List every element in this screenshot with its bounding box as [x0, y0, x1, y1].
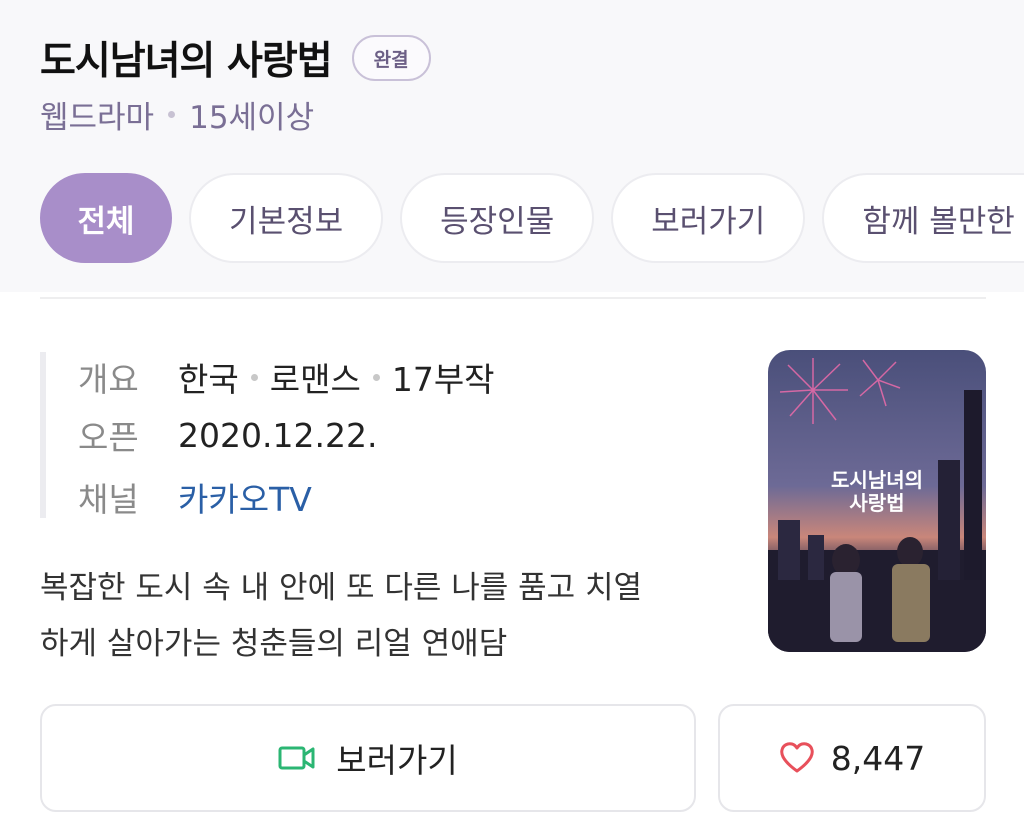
- overview-value: 한국 로맨스 17부작: [178, 353, 495, 401]
- synopsis-line-2: 하게 살아가는 청춘들의 리얼 연애담: [40, 626, 508, 662]
- channel-label: 채널: [78, 480, 139, 519]
- tab-watch[interactable]: 보러가기: [611, 173, 806, 263]
- genre-value: 로맨스: [269, 360, 361, 399]
- info-block: 개요 한국 로맨스 17부작 오픈 2020.12.22. 채널 카카오TV: [40, 352, 740, 519]
- tab-all[interactable]: 전체: [40, 173, 172, 263]
- title-row: 도시남녀의 사랑법 완결: [40, 28, 431, 88]
- watch-button[interactable]: 보러가기: [40, 704, 696, 812]
- synopsis: 복잡한 도시 속 내 안에 또 다른 나를 품고 치열 하게 살아가는 청춘들의…: [40, 560, 750, 672]
- tab-bar: 전체 기본정보 등장인물 보러가기 함께 볼만한 웹: [40, 173, 1024, 265]
- genre-text: 웹드라마: [40, 99, 155, 136]
- open-row: 오픈 2020.12.22.: [78, 410, 377, 460]
- heart-icon: [779, 742, 815, 774]
- age-rating: 15세이상: [189, 99, 315, 136]
- tab-characters[interactable]: 등장인물: [400, 173, 595, 263]
- channel-link[interactable]: 카카오TV: [178, 473, 312, 521]
- open-label: 오픈: [78, 418, 139, 457]
- info-accent-bar: [40, 352, 46, 518]
- episodes-text: 17부작: [391, 360, 495, 399]
- channel-row: 채널 카카오TV: [78, 472, 312, 522]
- poster-title-1: 도시남녀의: [831, 468, 923, 492]
- status-badge: 완결: [351, 35, 431, 81]
- poster-title-2: 사랑법: [849, 491, 904, 515]
- page-title: 도시남녀의 사랑법: [40, 39, 333, 84]
- overview-row: 개요 한국 로맨스 17부작: [78, 352, 495, 402]
- tab-recommended[interactable]: 함께 볼만한 웹: [822, 173, 1024, 263]
- like-count: 8,447: [830, 738, 926, 778]
- poster-image[interactable]: 도시남녀의 사랑법: [768, 350, 986, 652]
- divider: [40, 297, 986, 299]
- like-button[interactable]: 8,447: [718, 704, 986, 812]
- overview-label: 개요: [78, 360, 139, 399]
- watch-label: 보러가기: [336, 741, 458, 780]
- subtitle: 웹드라마 15세이상: [40, 92, 314, 136]
- tab-basic-info[interactable]: 기본정보: [189, 173, 384, 263]
- poster-artwork: 도시남녀의 사랑법: [768, 350, 986, 652]
- open-date: 2020.12.22.: [178, 415, 378, 455]
- separator-dot: [372, 373, 380, 381]
- video-camera-icon: [278, 744, 316, 772]
- separator-dot: [250, 373, 258, 381]
- separator-dot: [168, 110, 176, 118]
- synopsis-line-1: 복잡한 도시 속 내 안에 또 다른 나를 품고 치열: [40, 570, 643, 606]
- country-text: 한국: [178, 360, 239, 399]
